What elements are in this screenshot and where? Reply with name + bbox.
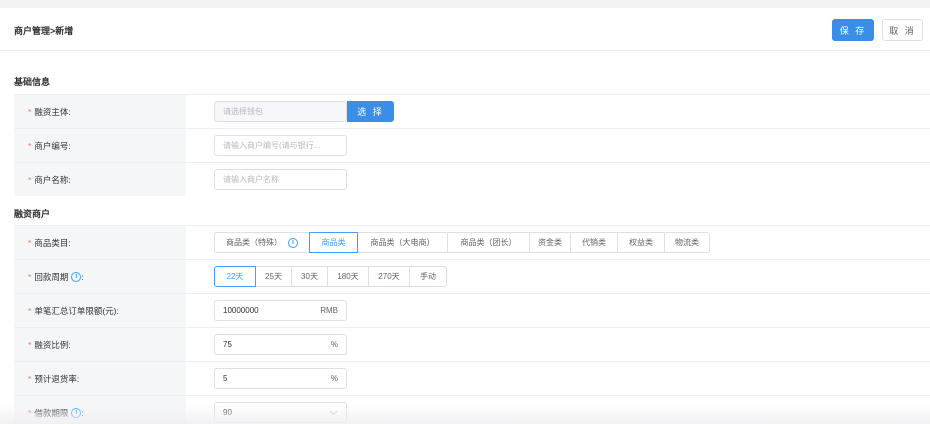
payback-option[interactable]: 25天	[255, 266, 292, 287]
required-mark: *	[28, 140, 32, 151]
field-label: * 商户编号:	[14, 129, 186, 162]
category-option[interactable]: 商品类（特殊） i	[214, 232, 310, 253]
unit-suffix: %	[330, 374, 338, 383]
info-icon[interactable]: i	[71, 271, 82, 282]
label-colon: :	[81, 407, 84, 418]
field-label: * 借款期限 i :	[14, 396, 186, 424]
merchant-name-input[interactable]: 请输入商户名称	[214, 169, 347, 190]
form-row-payback: * 回款周期 i : 22天 25天 30天 180天 270天 手动	[14, 259, 930, 293]
breadcrumb: 商户管理>新增	[14, 26, 74, 36]
field-label-text: 单笔汇总订单限额(元):	[34, 305, 119, 316]
input-value: 75	[223, 340, 232, 349]
placeholder-text: 请输入商户编号(请与银行...	[223, 141, 321, 150]
info-icon[interactable]: i	[288, 237, 298, 248]
category-option[interactable]: 商品类（团长）	[447, 232, 530, 253]
category-option[interactable]: 权益类	[617, 232, 665, 253]
loan-term-select[interactable]: 90	[214, 402, 347, 423]
placeholder-text: 请输入商户名称	[223, 175, 279, 184]
field-label: * 商户名称:	[14, 163, 186, 196]
payback-option[interactable]: 30天	[291, 266, 328, 287]
field-label: * 融资主体:	[14, 95, 186, 128]
form-row-loan-term: * 借款期限 i : 90	[14, 395, 930, 424]
field-label: * 单笔汇总订单限额(元):	[14, 294, 186, 327]
field-label-text: 商户编号:	[34, 140, 71, 151]
section-title-finance: 融资商户	[14, 209, 51, 219]
form-row-category: * 商品类目: 商品类（特殊） i 商品类 商品类（大电商） 商品类（团长） 资…	[14, 225, 930, 259]
chevron-down-icon	[329, 403, 338, 422]
finance-ratio-input[interactable]: 75 %	[214, 334, 347, 355]
placeholder-text: 请选择钱包	[223, 107, 263, 116]
payback-option[interactable]: 180天	[327, 266, 369, 287]
form-row-subject: * 融资主体: 请选择钱包 选 择	[14, 94, 930, 128]
required-mark: *	[28, 373, 32, 384]
category-option[interactable]: 物流类	[664, 232, 710, 253]
wallet-select-input: 请选择钱包	[214, 101, 347, 122]
form-row-return-rate: * 预计退货率: 5 %	[14, 361, 930, 395]
field-label-text: 商户名称:	[34, 174, 71, 185]
field-label: * 商品类目:	[14, 226, 186, 259]
payback-radio-group: 22天 25天 30天 180天 270天 手动	[214, 266, 447, 287]
category-radio-group: 商品类（特殊） i 商品类 商品类（大电商） 商品类（团长） 资金类 代销类 权…	[214, 232, 710, 253]
merchant-no-input[interactable]: 请输入商户编号(请与银行...	[214, 135, 347, 156]
field-label-text: 借款期限	[34, 407, 69, 418]
input-value: 5	[223, 374, 228, 383]
payback-option[interactable]: 270天	[368, 266, 410, 287]
required-mark: *	[28, 305, 32, 316]
unit-suffix: RMB	[320, 306, 338, 315]
order-limit-input[interactable]: 10000000 RMB	[214, 300, 347, 321]
required-mark: *	[28, 339, 32, 350]
label-colon: :	[81, 271, 84, 282]
required-mark: *	[28, 407, 32, 418]
category-option[interactable]: 商品类（大电商）	[357, 232, 448, 253]
input-value: 90	[223, 408, 232, 417]
category-option[interactable]: 资金类	[529, 232, 571, 253]
field-label-text: 商品类目:	[34, 237, 71, 248]
option-label: 商品类（特殊）	[226, 238, 282, 247]
field-label-text: 预计退货率:	[34, 373, 80, 384]
category-option[interactable]: 代销类	[570, 232, 618, 253]
field-label: * 回款周期 i :	[14, 260, 186, 293]
form-row-finance-ratio: * 融资比例: 75 %	[14, 327, 930, 361]
form-row-merchant-no: * 商户编号: 请输入商户编号(请与银行...	[14, 128, 930, 162]
field-label-text: 回款周期	[34, 271, 69, 282]
page-header: 商户管理>新增 保 存 取 消	[0, 8, 930, 51]
required-mark: *	[28, 106, 32, 117]
required-mark: *	[28, 174, 32, 185]
form-row-order-limit: * 单笔汇总订单限额(元): 10000000 RMB	[14, 293, 930, 327]
field-label-text: 融资主体:	[34, 106, 71, 117]
choose-wallet-button[interactable]: 选 择	[347, 101, 394, 122]
field-label: * 融资比例:	[14, 328, 186, 361]
category-option-selected[interactable]: 商品类	[309, 232, 358, 253]
top-strip	[0, 0, 930, 8]
payback-option[interactable]: 手动	[409, 266, 447, 287]
payback-option-selected[interactable]: 22天	[214, 266, 256, 287]
return-rate-input[interactable]: 5 %	[214, 368, 347, 389]
field-label-text: 融资比例:	[34, 339, 71, 350]
input-value: 10000000	[223, 306, 259, 315]
cancel-button[interactable]: 取 消	[882, 19, 923, 41]
unit-suffix: %	[330, 340, 338, 349]
section-title-basic: 基础信息	[14, 77, 51, 87]
save-button[interactable]: 保 存	[832, 19, 874, 41]
required-mark: *	[28, 237, 32, 248]
info-icon[interactable]: i	[71, 407, 82, 418]
field-label: * 预计退货率:	[14, 362, 186, 395]
form-row-merchant-name: * 商户名称: 请输入商户名称	[14, 162, 930, 196]
required-mark: *	[28, 271, 32, 282]
